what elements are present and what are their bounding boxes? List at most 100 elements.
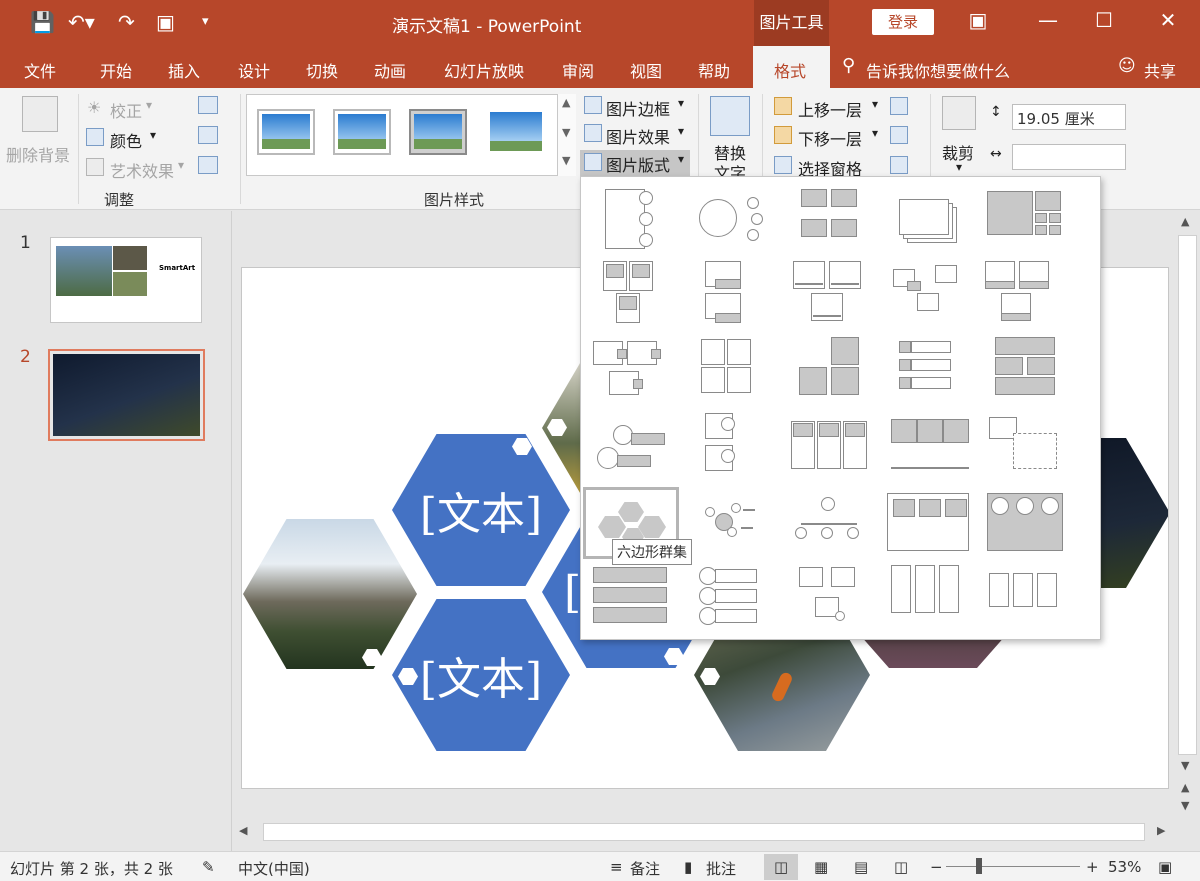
change-picture-icon[interactable] bbox=[198, 126, 218, 144]
slide-thumbnail-1[interactable]: SmartArt bbox=[50, 237, 202, 323]
hexagon-text-1[interactable]: [文本] bbox=[392, 434, 570, 586]
picture-border-button[interactable]: 图片边框 bbox=[606, 96, 670, 120]
ribbon-display-options-icon[interactable]: ▣ bbox=[958, 8, 998, 32]
tab-home[interactable]: 开始 bbox=[100, 58, 132, 82]
layout-option[interactable] bbox=[691, 259, 787, 331]
comments-button[interactable]: 批注 bbox=[706, 858, 736, 879]
send-backward-button[interactable]: 下移一层 bbox=[798, 126, 862, 150]
layout-option[interactable] bbox=[891, 335, 987, 407]
tab-file[interactable]: 文件 bbox=[24, 58, 56, 82]
layout-option[interactable] bbox=[981, 183, 1077, 255]
scroll-right-icon[interactable]: ▶ bbox=[1157, 824, 1165, 837]
zoom-slider-track[interactable] bbox=[946, 866, 1080, 867]
chevron-up-icon[interactable]: ▲ bbox=[562, 96, 570, 109]
picture-effects-button[interactable]: 图片效果 bbox=[606, 124, 670, 148]
tab-slideshow[interactable]: 幻灯片放映 bbox=[444, 58, 524, 82]
hexagon-text-1-label[interactable]: [文本] bbox=[420, 478, 542, 542]
layout-option[interactable] bbox=[981, 487, 1077, 559]
layout-option[interactable] bbox=[591, 411, 687, 483]
layout-option[interactable] bbox=[691, 335, 787, 407]
width-field[interactable] bbox=[1012, 144, 1126, 170]
previous-slide-icon[interactable]: ▲ bbox=[1181, 781, 1189, 794]
align-icon[interactable] bbox=[890, 97, 908, 115]
scroll-thumb[interactable] bbox=[1178, 235, 1197, 755]
tab-format[interactable]: 格式 bbox=[774, 58, 806, 82]
slide-sorter-view-icon[interactable]: ▦ bbox=[814, 858, 828, 876]
layout-option[interactable] bbox=[791, 335, 887, 407]
customize-qat-icon[interactable]: ▾ bbox=[202, 14, 209, 29]
layout-option[interactable] bbox=[691, 563, 787, 635]
tab-help[interactable]: 帮助 bbox=[698, 58, 730, 82]
zoom-slider-thumb[interactable] bbox=[976, 858, 982, 874]
hexagon-text-2-label[interactable]: [文本] bbox=[420, 643, 542, 707]
layout-option[interactable] bbox=[891, 411, 987, 483]
reset-picture-icon[interactable] bbox=[198, 156, 218, 174]
tab-animations[interactable]: 动画 bbox=[374, 58, 406, 82]
gallery-more-icon[interactable]: ▼ bbox=[562, 154, 570, 167]
horizontal-scrollbar[interactable]: ◀ ▶ bbox=[233, 821, 1175, 843]
layout-option[interactable] bbox=[791, 563, 887, 635]
layout-option[interactable] bbox=[791, 411, 887, 483]
tab-insert[interactable]: 插入 bbox=[168, 58, 200, 82]
corrections-button[interactable]: 校正 bbox=[110, 98, 142, 122]
rotate-icon[interactable] bbox=[890, 156, 908, 174]
zoom-out-icon[interactable]: − bbox=[930, 858, 943, 876]
layout-option[interactable] bbox=[981, 563, 1077, 635]
picture-layout-button[interactable]: 图片版式 bbox=[606, 152, 670, 176]
minimize-icon[interactable]: — bbox=[1028, 8, 1068, 32]
layout-option[interactable] bbox=[791, 183, 887, 255]
layout-option[interactable] bbox=[981, 335, 1077, 407]
layout-option[interactable] bbox=[881, 563, 977, 635]
scroll-up-icon[interactable]: ▲ bbox=[1181, 215, 1189, 228]
undo-icon[interactable]: ↶▾ bbox=[68, 10, 95, 34]
login-button[interactable]: 登录 bbox=[872, 9, 934, 35]
tell-me-search[interactable]: 告诉我你想要做什么 bbox=[866, 58, 1010, 82]
zoom-in-icon[interactable]: + bbox=[1086, 858, 1099, 876]
slide-thumbnail-2[interactable] bbox=[48, 349, 205, 441]
layout-option[interactable] bbox=[981, 411, 1077, 483]
layout-option[interactable] bbox=[591, 259, 687, 331]
picture-style-thumb[interactable] bbox=[333, 109, 391, 155]
chevron-down-icon[interactable]: ▼ bbox=[562, 126, 570, 139]
layout-option[interactable] bbox=[891, 183, 987, 255]
tab-design[interactable]: 设计 bbox=[238, 58, 270, 82]
hexagon-text-3-label[interactable]: [ bbox=[564, 567, 581, 618]
proofing-icon[interactable]: ✎ bbox=[202, 858, 215, 876]
group-objects-icon[interactable] bbox=[890, 126, 908, 144]
layout-option[interactable] bbox=[591, 563, 687, 635]
alt-text-icon[interactable] bbox=[710, 96, 750, 136]
tab-view[interactable]: 视图 bbox=[630, 58, 662, 82]
layout-option[interactable] bbox=[881, 487, 977, 559]
notes-button[interactable]: 备注 bbox=[630, 858, 660, 879]
layout-option[interactable] bbox=[591, 183, 687, 255]
reading-view-icon[interactable]: ▤ bbox=[854, 858, 868, 876]
layout-option[interactable] bbox=[891, 259, 987, 331]
fit-to-window-icon[interactable]: ▣ bbox=[1158, 858, 1172, 876]
tab-review[interactable]: 审阅 bbox=[562, 58, 594, 82]
layout-option[interactable] bbox=[791, 487, 887, 559]
save-icon[interactable]: 💾 bbox=[30, 10, 55, 34]
color-button[interactable]: 颜色 bbox=[110, 128, 142, 152]
crop-icon[interactable] bbox=[942, 96, 976, 130]
gallery-scroll[interactable]: ▲ ▼ ▼ bbox=[557, 94, 576, 176]
scroll-down-icon[interactable]: ▼ bbox=[1181, 759, 1189, 772]
layout-option[interactable] bbox=[691, 183, 787, 255]
remove-background-icon[interactable] bbox=[22, 96, 58, 132]
layout-option[interactable] bbox=[981, 259, 1077, 331]
next-slide-icon[interactable]: ▼ bbox=[1181, 799, 1189, 812]
hexagon-text-2[interactable]: [文本] bbox=[392, 599, 570, 751]
scroll-left-icon[interactable]: ◀ bbox=[239, 824, 247, 837]
language-status[interactable]: 中文(中国) bbox=[238, 858, 310, 879]
scroll-thumb[interactable] bbox=[263, 823, 1145, 841]
artistic-effects-button[interactable]: 艺术效果 bbox=[110, 158, 174, 182]
compress-pictures-icon[interactable] bbox=[198, 96, 218, 114]
picture-style-thumb[interactable] bbox=[409, 109, 467, 155]
layout-option[interactable] bbox=[791, 259, 887, 331]
zoom-level[interactable]: 53% bbox=[1108, 858, 1141, 876]
layout-option[interactable] bbox=[691, 487, 787, 559]
tab-transitions[interactable]: 切换 bbox=[306, 58, 338, 82]
presentation-start-icon[interactable]: ▣ bbox=[156, 10, 175, 34]
picture-style-thumb[interactable] bbox=[257, 109, 315, 155]
vertical-scrollbar[interactable]: ▲ ▼ ▲ ▼ bbox=[1175, 211, 1200, 821]
maximize-icon[interactable]: ☐ bbox=[1084, 8, 1124, 32]
